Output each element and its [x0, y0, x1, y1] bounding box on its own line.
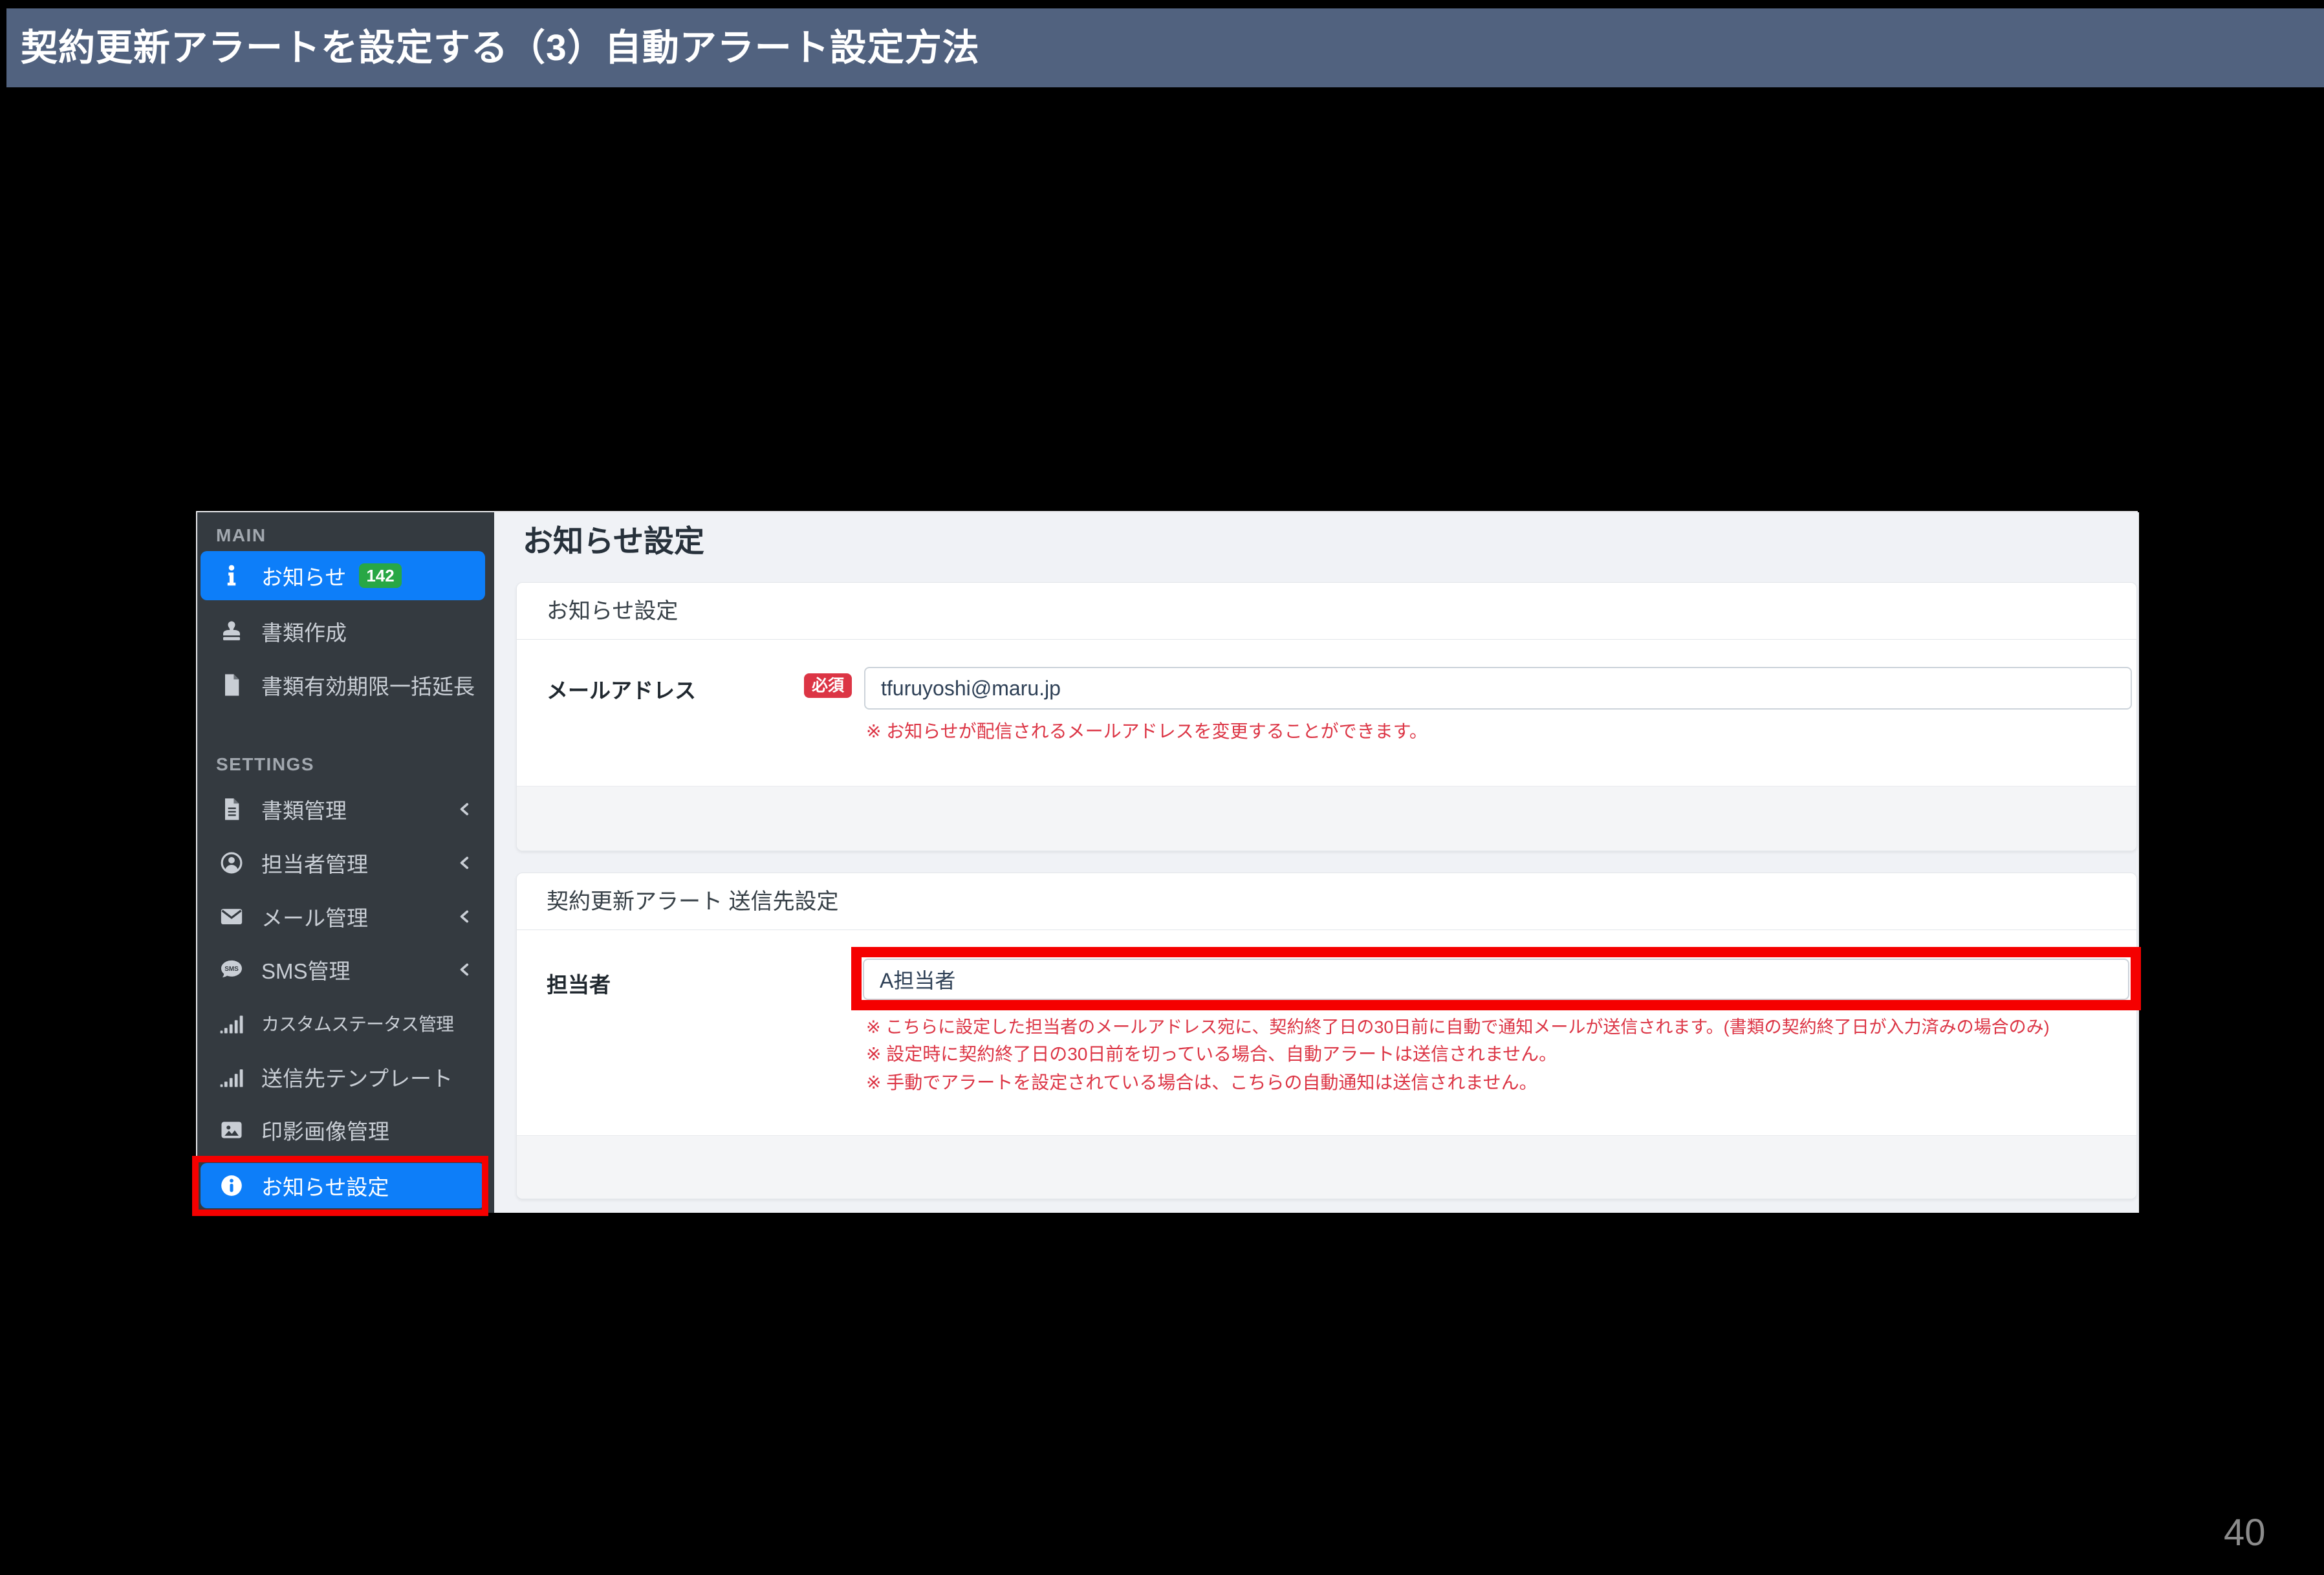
sidebar-item-oshirase-settei[interactable]: お知らせ設定 — [201, 1163, 485, 1208]
notification-count-badge: 142 — [359, 563, 402, 588]
card-footer — [517, 1135, 2136, 1199]
sidebar-item-shorui-kanri[interactable]: 書類管理 — [201, 785, 485, 834]
card-header: 契約更新アラート 送信先設定 — [517, 873, 2136, 930]
sidebar-section-settings: SETTINGS — [216, 754, 315, 774]
file-icon — [216, 673, 247, 697]
chevron-left-icon — [457, 908, 473, 925]
main-content: お知らせ設定 お知らせ設定 メールアドレス 必須 ※ お知らせが配信されるメール… — [494, 512, 2141, 1213]
envelope-icon — [216, 904, 247, 929]
sidebar-item-ikkatsu-encho[interactable]: 書類有効期限一括延長 — [201, 660, 485, 710]
sidebar-section-main: MAIN — [216, 525, 266, 545]
sidebar-item-label: 送信先テンプレート — [261, 1067, 453, 1091]
email-label: メールアドレス — [547, 679, 696, 702]
slide-title-bar: 契約更新アラートを設定する（3）自動アラート設定方法 — [6, 8, 2324, 87]
chart-bars-icon — [216, 1065, 247, 1089]
chart-bars-icon — [216, 1011, 247, 1036]
email-note: ※ お知らせが配信されるメールアドレスを変更することができます。 — [866, 721, 1428, 741]
email-input[interactable] — [864, 667, 2132, 710]
page-number: 40 — [2224, 1512, 2266, 1554]
card-header: お知らせ設定 — [517, 583, 2136, 640]
sidebar-item-soshinsaki-template[interactable]: 送信先テンプレート — [201, 1052, 485, 1102]
card-body: メールアドレス 必須 ※ お知らせが配信されるメールアドレスを変更することができ… — [517, 640, 2136, 787]
alert-note-1: ※ こちらに設定した担当者のメールアドレス宛に、契約終了日の30日前に自動で通知… — [866, 1017, 2050, 1037]
sidebar-item-label: 書類作成 — [261, 621, 347, 645]
sidebar-item-sms-kanri[interactable]: SMS SMS管理 — [201, 945, 485, 994]
sms-bubble-icon: SMS — [216, 957, 247, 982]
slide-title: 契約更新アラートを設定する（3）自動アラート設定方法 — [21, 27, 980, 69]
sidebar-item-label: カスタムステータス管理 — [261, 1014, 454, 1034]
required-badge: 必須 — [804, 673, 852, 698]
person-input[interactable] — [863, 959, 2129, 1000]
alert-note-2: ※ 設定時に契約終了日の30日前を切っている場合、自動アラートは送信されません。 — [866, 1044, 1558, 1064]
sidebar-item-mail-kanri[interactable]: メール管理 — [201, 892, 485, 941]
chevron-left-icon — [457, 961, 473, 978]
sidebar-item-label: 書類管理 — [261, 799, 347, 823]
person-label: 担当者 — [547, 973, 611, 997]
stamp-icon — [216, 619, 247, 644]
sidebar-item-shorui-sakusei[interactable]: 書類作成 — [201, 607, 485, 656]
info-icon — [216, 563, 247, 588]
sidebar-item-label: 書類有効期限一括延長 — [261, 675, 475, 699]
chevron-left-icon — [457, 801, 473, 818]
sidebar-item-tantosha-kanri[interactable]: 担当者管理 — [201, 838, 485, 887]
sidebar-item-custom-status[interactable]: カスタムステータス管理 — [201, 999, 485, 1048]
svg-text:SMS: SMS — [224, 966, 239, 973]
card-notification-settings: お知らせ設定 メールアドレス 必須 ※ お知らせが配信されるメールアドレスを変更… — [516, 582, 2137, 851]
alert-note-3: ※ 手動でアラートを設定されている場合は、こちらの自動通知は送信されません。 — [866, 1072, 1537, 1092]
sidebar-item-label: メール管理 — [261, 906, 368, 930]
sidebar-item-inei-gazo[interactable]: 印影画像管理 — [201, 1105, 485, 1155]
user-circle-icon — [216, 851, 247, 875]
sidebar-item-label: 印影画像管理 — [261, 1120, 389, 1144]
sidebar-item-label: 担当者管理 — [261, 853, 368, 876]
sidebar: MAIN お知らせ 142 書類作成 書類有効期限一括延長 SETTINGS 書… — [197, 512, 494, 1213]
app-screenshot: MAIN お知らせ 142 書類作成 書類有効期限一括延長 SETTINGS 書… — [192, 512, 2141, 1216]
sidebar-item-label: お知らせ設定 — [261, 1175, 389, 1199]
image-icon — [216, 1118, 247, 1142]
sidebar-item-label: お知らせ — [261, 565, 347, 589]
info-circle-icon — [216, 1173, 247, 1198]
card-footer — [517, 786, 2136, 851]
card-alert-destination: 契約更新アラート 送信先設定 担当者 ※ こちらに設定した担当者のメールアドレス… — [516, 873, 2141, 1199]
slide: 契約更新アラートを設定する（3）自動アラート設定方法 MAIN お知らせ 142… — [0, 0, 2324, 1575]
sidebar-item-oshirase[interactable]: お知らせ 142 — [201, 551, 485, 600]
card-body: 担当者 ※ こちらに設定した担当者のメールアドレス宛に、契約終了日の30日前に自… — [517, 930, 2141, 1136]
page-title: お知らせ設定 — [523, 524, 705, 558]
sidebar-item-label: SMS管理 — [261, 959, 351, 983]
chevron-left-icon — [457, 854, 473, 871]
file-text-icon — [216, 797, 247, 821]
